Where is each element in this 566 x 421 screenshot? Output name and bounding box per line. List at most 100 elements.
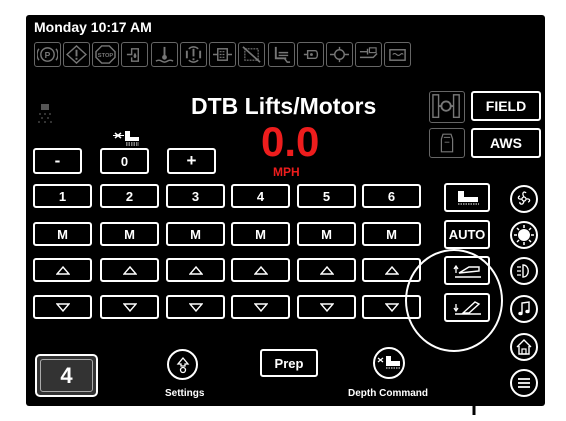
- lighting-button[interactable]: [510, 221, 538, 249]
- section-label: 3: [191, 188, 200, 204]
- mode-label: M: [255, 226, 266, 242]
- raise-button-4[interactable]: [231, 258, 290, 282]
- light-tower-icon: [36, 103, 54, 127]
- aws-label: AWS: [490, 135, 522, 151]
- section-button-3[interactable]: 3: [166, 184, 225, 208]
- lower-button-4[interactable]: [231, 295, 290, 319]
- lower-button-1[interactable]: [33, 295, 92, 319]
- settings-icon: [176, 356, 189, 373]
- increase-button[interactable]: +: [167, 148, 216, 174]
- fan-icon: [517, 191, 531, 205]
- raise-button-5[interactable]: [297, 258, 356, 282]
- seat-icon: [268, 42, 295, 67]
- depth-tool-icon: [377, 356, 400, 369]
- section-button-2[interactable]: 2: [100, 184, 159, 208]
- depth-tool-button[interactable]: [444, 183, 490, 212]
- section-button-1[interactable]: 1: [33, 184, 92, 208]
- section-label: 4: [256, 188, 265, 204]
- triangle-up-icon: [253, 265, 268, 275]
- section-label: 6: [387, 188, 396, 204]
- minus-label: -: [54, 151, 61, 170]
- mode-label: M: [57, 226, 68, 242]
- depth-command-label: Depth Command: [348, 388, 428, 399]
- triangle-down-icon: [55, 302, 70, 312]
- lower-button-5[interactable]: [297, 295, 356, 319]
- section-button-4[interactable]: 4: [231, 184, 290, 208]
- mode-button-1[interactable]: M: [33, 222, 92, 246]
- coolant-temp-icon: [151, 42, 178, 67]
- aws-button[interactable]: AWS: [471, 128, 541, 158]
- vehicle-top-icon[interactable]: [429, 128, 465, 158]
- page-number: 4: [60, 362, 73, 388]
- stop-icon: STOP: [92, 42, 119, 67]
- raise-button-1[interactable]: [33, 258, 92, 282]
- svg-text:P: P: [45, 50, 51, 60]
- settings-label: Settings: [165, 388, 205, 399]
- speed-readout: 0.0: [261, 118, 320, 165]
- auto-label: AUTO: [448, 227, 486, 242]
- prep-button[interactable]: Prep: [260, 349, 318, 377]
- plus-label: +: [186, 151, 197, 170]
- triangle-down-icon: [253, 302, 268, 312]
- section-label: 1: [58, 188, 67, 204]
- decrease-button[interactable]: -: [33, 148, 82, 174]
- home-button[interactable]: [510, 333, 538, 361]
- triangle-down-icon: [384, 302, 399, 312]
- datetime: Monday 10:17 AM: [34, 19, 152, 35]
- hydraulic-alert-icon: [180, 42, 207, 67]
- field-label: FIELD: [485, 98, 527, 114]
- triangle-down-icon: [122, 302, 137, 312]
- music-note-icon: [518, 301, 530, 316]
- mode-button-6[interactable]: M: [362, 222, 421, 246]
- oil-pressure-icon: [297, 42, 324, 67]
- auto-button[interactable]: AUTO: [444, 220, 490, 249]
- speed-unit: MPH: [273, 165, 300, 179]
- fan-button[interactable]: [510, 185, 538, 213]
- music-button[interactable]: [510, 295, 538, 323]
- sun-icon: [514, 225, 534, 245]
- mode-button-3[interactable]: M: [166, 222, 225, 246]
- fuel-filter-icon: [121, 42, 148, 67]
- prep-label: Prep: [274, 355, 304, 371]
- menu-button[interactable]: [510, 369, 538, 397]
- page-indicator[interactable]: 4: [35, 354, 98, 397]
- field-button[interactable]: FIELD: [471, 91, 541, 121]
- mode-label: M: [190, 226, 201, 242]
- depth-tool-icon: [112, 129, 140, 147]
- battery-icon: [384, 42, 411, 67]
- triangle-down-icon: [188, 302, 203, 312]
- section-button-5[interactable]: 5: [297, 184, 356, 208]
- lower-button-2[interactable]: [100, 295, 159, 319]
- parking-brake-icon: P: [34, 42, 61, 67]
- settings-button[interactable]: [167, 349, 198, 380]
- lower-button-3[interactable]: [166, 295, 225, 319]
- depth-command-button[interactable]: [373, 347, 405, 379]
- depth-value-field[interactable]: 0: [100, 148, 149, 174]
- section-label: 5: [322, 188, 331, 204]
- section-button-6[interactable]: 6: [362, 184, 421, 208]
- annotation-arrow: [466, 362, 482, 415]
- mode-label: M: [386, 226, 397, 242]
- depth-value: 0: [120, 153, 129, 169]
- axle-icon[interactable]: [429, 91, 465, 123]
- headlight-button[interactable]: [510, 257, 538, 285]
- mode-button-4[interactable]: M: [231, 222, 290, 246]
- mode-label: M: [321, 226, 332, 242]
- mode-label: M: [124, 226, 135, 242]
- raise-button-3[interactable]: [166, 258, 225, 282]
- engine-icon: [326, 42, 353, 67]
- air-filter-icon: [355, 42, 382, 67]
- triangle-up-icon: [55, 265, 70, 275]
- home-icon: [516, 339, 532, 355]
- triangle-up-icon: [384, 265, 399, 275]
- hydraulic-filter-icon: [209, 42, 236, 67]
- triangle-up-icon: [122, 265, 137, 275]
- svg-text:STOP: STOP: [98, 53, 114, 59]
- hamburger-menu-icon: [518, 378, 530, 388]
- mode-button-2[interactable]: M: [100, 222, 159, 246]
- mode-button-5[interactable]: M: [297, 222, 356, 246]
- highlight-ellipse: [405, 249, 503, 352]
- triangle-up-icon: [188, 265, 203, 275]
- section-label: 2: [125, 188, 134, 204]
- raise-button-2[interactable]: [100, 258, 159, 282]
